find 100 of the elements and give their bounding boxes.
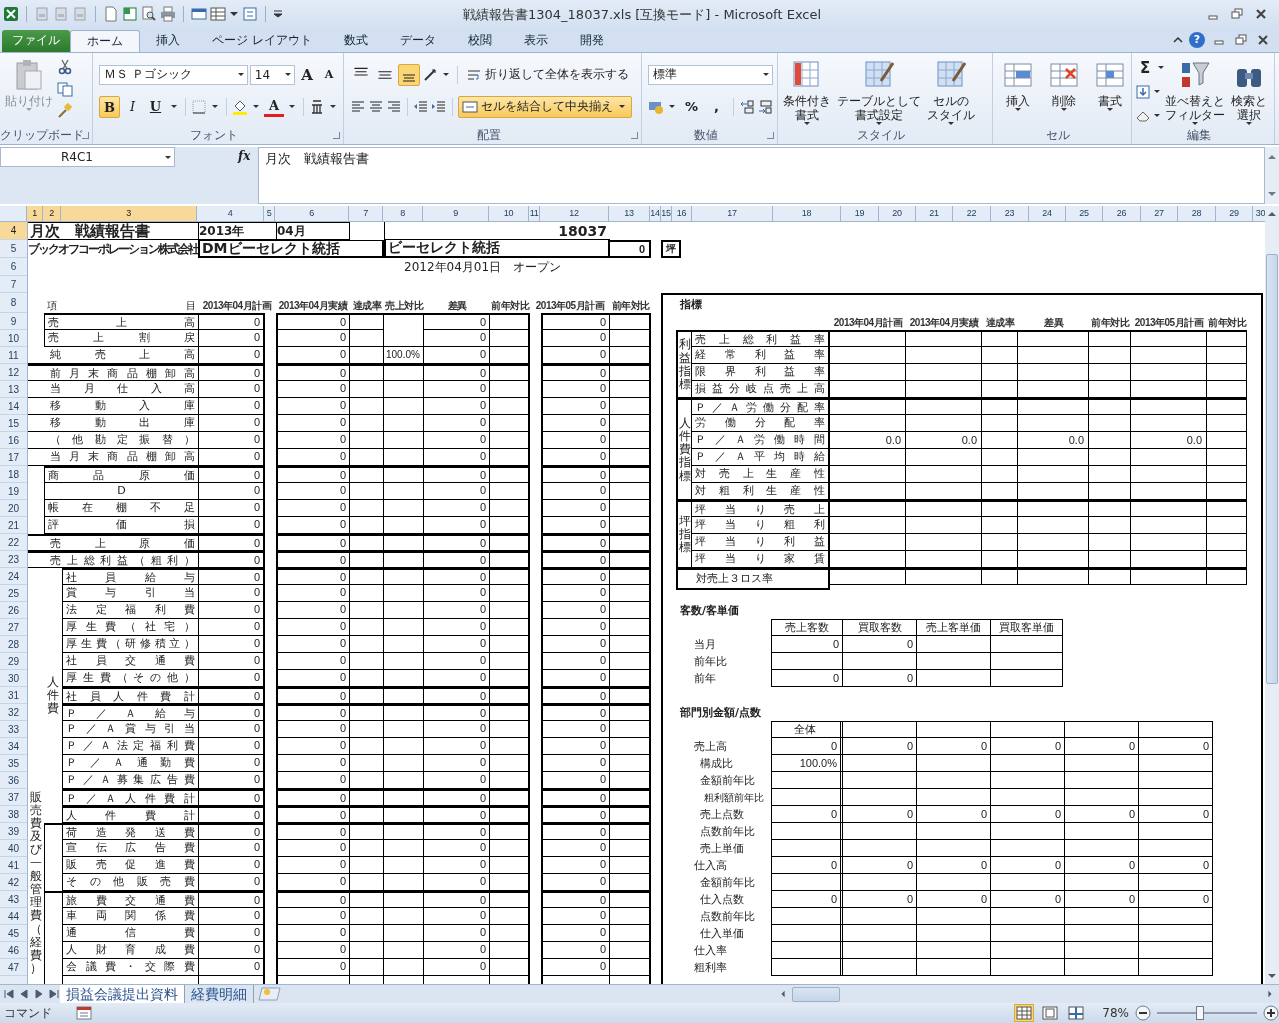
- row-header[interactable]: 24: [0, 568, 27, 586]
- outdent-icon[interactable]: [413, 98, 429, 115]
- caret-icon[interactable]: [229, 9, 239, 18]
- row-header[interactable]: 18: [0, 466, 27, 484]
- editing-button[interactable]: 並べ替えと フィルター: [1165, 56, 1225, 128]
- sum-button[interactable]: Σ: [1135, 56, 1155, 79]
- restore-icon[interactable]: [1229, 5, 1245, 22]
- view-button[interactable]: [1014, 1004, 1035, 1023]
- scroll-thumb[interactable]: [1266, 254, 1278, 685]
- grow-font-button[interactable]: A: [297, 63, 317, 86]
- merge-center-button[interactable]: セルを結合して中央揃え: [458, 95, 632, 118]
- font-style-button[interactable]: U: [145, 95, 166, 118]
- ribbon-tab[interactable]: 校閲: [451, 29, 508, 52]
- border-icon[interactable]: [191, 98, 207, 115]
- wrap-text-button[interactable]: 折り返して全体を表示する: [463, 63, 632, 86]
- sheet-nav-icon[interactable]: [3, 989, 15, 1000]
- row-header[interactable]: 36: [0, 772, 27, 790]
- caret-icon[interactable]: [1158, 66, 1164, 70]
- scroll-up-icon[interactable]: [1267, 153, 1277, 162]
- row-header[interactable]: 21: [0, 517, 27, 535]
- row-header[interactable]: 9: [0, 313, 27, 331]
- row-header[interactable]: 16: [0, 432, 27, 450]
- caret-icon[interactable]: [171, 105, 177, 109]
- cells-button[interactable]: 削除: [1042, 56, 1086, 128]
- column-header[interactable]: 15: [661, 206, 672, 222]
- sheet-icon[interactable]: [122, 5, 138, 22]
- caret-icon[interactable]: [1154, 90, 1160, 94]
- column-header[interactable]: 27: [1141, 206, 1178, 222]
- row-header[interactable]: 33: [0, 721, 27, 739]
- scroll-down-icon[interactable]: [1267, 972, 1277, 981]
- row-header[interactable]: 5: [0, 240, 27, 259]
- row-header[interactable]: 26: [0, 602, 27, 620]
- row-header[interactable]: 27: [0, 619, 27, 637]
- column-header[interactable]: 7: [349, 206, 383, 222]
- zoom-slider[interactable]: [1196, 1006, 1204, 1021]
- column-header[interactable]: 10: [489, 206, 529, 222]
- row-header[interactable]: 11: [0, 347, 27, 365]
- shrink-font-button[interactable]: A: [319, 63, 339, 86]
- row-header[interactable]: 32: [0, 704, 27, 722]
- caret-icon[interactable]: [763, 73, 769, 77]
- font-style-button[interactable]: I: [122, 95, 144, 118]
- caret-icon[interactable]: [289, 105, 295, 109]
- font-style-button[interactable]: B: [99, 95, 121, 118]
- insert-function-button[interactable]: fx: [238, 149, 251, 164]
- column-header[interactable]: 5: [264, 206, 275, 222]
- launcher-icon[interactable]: [82, 132, 89, 140]
- style-button[interactable]: テーブルとして 書式設定: [835, 56, 923, 128]
- ribbon-tab[interactable]: 挿入: [140, 29, 196, 52]
- sheet-nav-icon[interactable]: [18, 989, 30, 1000]
- row-header[interactable]: 37: [0, 789, 27, 807]
- row-header[interactable]: 19: [0, 483, 27, 501]
- row-header[interactable]: 20: [0, 500, 27, 518]
- page-icon[interactable]: [103, 5, 119, 22]
- formula-field[interactable]: 月次 戦績報告書: [258, 147, 1265, 205]
- row-header[interactable]: 44: [0, 908, 27, 926]
- row-header[interactable]: 45: [0, 925, 27, 943]
- row-header[interactable]: 29: [0, 653, 27, 671]
- style-button[interactable]: 条件付き 書式: [781, 56, 833, 128]
- table-icon[interactable]: [210, 5, 226, 22]
- column-header[interactable]: 26: [1103, 206, 1141, 222]
- restore-icon[interactable]: [1233, 31, 1249, 48]
- column-header[interactable]: 24: [1029, 206, 1066, 222]
- row-header[interactable]: 22: [0, 534, 27, 552]
- row-header[interactable]: 30: [0, 670, 27, 688]
- vertical-scrollbar[interactable]: [1265, 206, 1279, 985]
- zoom-in-icon[interactable]: [1263, 1005, 1279, 1022]
- column-header[interactable]: 9: [423, 206, 489, 222]
- column-header[interactable]: 4: [197, 206, 264, 222]
- orientation-icon[interactable]: [422, 66, 438, 83]
- zoom-level[interactable]: 78%: [1102, 1006, 1129, 1021]
- row-header[interactable]: 6: [0, 258, 27, 277]
- row-header[interactable]: 13: [0, 381, 27, 399]
- caret-icon[interactable]: [165, 155, 171, 159]
- customize-icon[interactable]: [273, 9, 283, 18]
- column-header[interactable]: 11: [529, 206, 540, 222]
- font-size-field[interactable]: 14: [249, 64, 295, 85]
- formula-scrollbar[interactable]: [1265, 147, 1279, 205]
- sheet-nav-icon[interactable]: [33, 989, 45, 1000]
- ribbon-tab[interactable]: 数式: [327, 29, 384, 52]
- column-header[interactable]: 29: [1216, 206, 1253, 222]
- row-header[interactable]: 39: [0, 823, 27, 841]
- ribbon-tab[interactable]: 開発: [563, 29, 620, 52]
- ribbon-tab[interactable]: ホーム: [70, 29, 140, 52]
- editing-button[interactable]: 検索と 選択: [1227, 56, 1271, 128]
- copy-icon[interactable]: [57, 80, 73, 97]
- app-icon[interactable]: [3, 5, 19, 22]
- column-header[interactable]: 1: [27, 206, 43, 222]
- caret-icon[interactable]: [1154, 114, 1160, 118]
- row-header[interactable]: 38: [0, 806, 27, 824]
- scroll-up-icon[interactable]: [1267, 210, 1277, 219]
- number-style-button[interactable]: ,: [705, 95, 728, 118]
- row-header[interactable]: 25: [0, 585, 27, 603]
- cells-button[interactable]: 書式: [1088, 56, 1132, 128]
- magnifier-icon[interactable]: [141, 5, 157, 22]
- launcher-icon[interactable]: [631, 132, 638, 140]
- caret-icon[interactable]: [285, 73, 291, 77]
- font-name-field[interactable]: ＭＳ Ｐゴシック: [99, 64, 248, 85]
- row-header[interactable]: 10: [0, 330, 27, 348]
- column-header[interactable]: 19: [841, 206, 879, 222]
- fill-down-icon[interactable]: [1135, 83, 1151, 100]
